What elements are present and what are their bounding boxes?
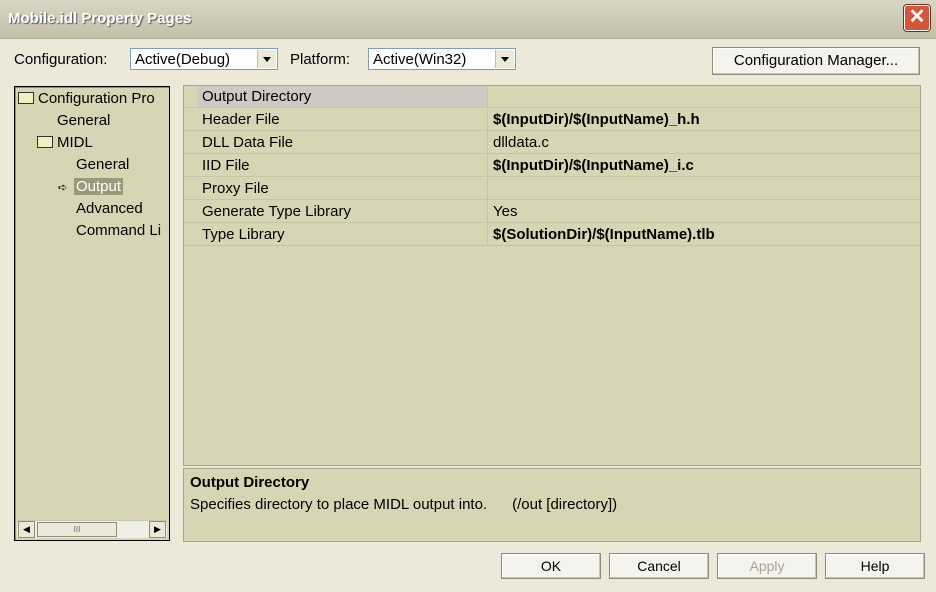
property-row[interactable]: Proxy File (184, 178, 920, 200)
property-value[interactable] (489, 178, 919, 199)
cancel-button[interactable]: Cancel (609, 553, 709, 579)
window-title: Mobile.idl Property Pages (8, 10, 192, 27)
property-value[interactable]: Yes (489, 201, 919, 222)
property-row[interactable]: Type Library $(SolutionDir)/$(InputName)… (184, 224, 920, 246)
property-row[interactable]: DLL Data File dlldata.c (184, 132, 920, 154)
property-value[interactable]: $(SolutionDir)/$(InputName).tlb (489, 224, 919, 245)
description-panel: Output Directory Specifies directory to … (183, 468, 921, 542)
folder-open-icon (37, 136, 53, 149)
tree-item-general[interactable]: General (57, 112, 110, 129)
property-row[interactable]: Output Directory (184, 86, 920, 108)
tree-item-label: Command Li (76, 222, 162, 239)
property-tree[interactable]: Configuration Pro General MIDL General ➪… (14, 86, 170, 541)
description-text: Specifies directory to place MIDL output… (190, 496, 618, 513)
property-value[interactable] (489, 86, 919, 107)
property-row[interactable]: IID File $(InputDir)/$(InputName)_i.c (184, 155, 920, 177)
tree-item-label: Configuration Pro (38, 90, 155, 107)
tree-item-midl-output[interactable]: Output (74, 178, 124, 195)
chevron-left-icon: ◀ (23, 524, 30, 534)
property-name[interactable]: Proxy File (198, 178, 488, 199)
tree-item-label: Advanced (76, 200, 143, 217)
apply-button[interactable]: Apply (717, 553, 817, 579)
tree-item-midl[interactable]: MIDL (37, 134, 93, 151)
tree-item-label: MIDL (57, 134, 93, 151)
title-bar: Mobile.idl Property Pages ✕ (0, 0, 936, 39)
property-name[interactable]: DLL Data File (198, 132, 488, 153)
configuration-label: Configuration: (14, 51, 108, 68)
tree-horizontal-scrollbar[interactable]: ◀ III ▶ (17, 520, 167, 538)
tree-item-label: General (76, 156, 130, 173)
tree-item-midl-advanced[interactable]: Advanced (76, 200, 143, 217)
property-grid: Output Directory Header File $(InputDir)… (183, 85, 921, 466)
configuration-manager-button[interactable]: Configuration Manager... (712, 47, 920, 75)
property-name[interactable]: Generate Type Library (198, 201, 488, 222)
property-name[interactable]: Output Directory (198, 86, 488, 107)
platform-label: Platform: (290, 51, 351, 68)
tree-item-midl-general[interactable]: General (76, 156, 129, 173)
chevron-right-icon: ▶ (154, 524, 161, 534)
property-name[interactable]: IID File (198, 155, 488, 176)
close-icon: ✕ (908, 6, 926, 28)
configuration-value: Active(Debug) (135, 51, 231, 68)
tree-item-configuration-properties[interactable]: Configuration Pro (18, 90, 155, 107)
tree-item-label: Output (74, 178, 124, 195)
tree-item-label: General (57, 112, 111, 129)
scroll-right-button[interactable]: ▶ (149, 521, 166, 538)
tree-item-midl-command-line[interactable]: Command Li (76, 222, 161, 239)
folder-open-icon (18, 92, 34, 105)
close-button[interactable]: ✕ (904, 5, 930, 31)
property-row[interactable]: Generate Type Library Yes (184, 201, 920, 223)
property-name[interactable]: Header File (198, 109, 488, 130)
scroll-left-button[interactable]: ◀ (18, 521, 35, 538)
property-row[interactable]: Header File $(InputDir)/$(InputName)_h.h (184, 109, 920, 131)
arrow-right-icon: ➪ (58, 182, 68, 194)
property-value[interactable]: $(InputDir)/$(InputName)_h.h (489, 109, 919, 130)
chevron-down-icon[interactable] (495, 50, 514, 68)
platform-value: Active(Win32) (373, 51, 467, 68)
ok-button[interactable]: OK (501, 553, 601, 579)
property-name[interactable]: Type Library (198, 224, 488, 245)
scroll-thumb[interactable]: III (37, 522, 117, 537)
description-title: Output Directory (190, 474, 310, 491)
property-value[interactable]: $(InputDir)/$(InputName)_i.c (489, 155, 919, 176)
platform-select[interactable]: Active(Win32) (368, 48, 516, 70)
configuration-select[interactable]: Active(Debug) (130, 48, 278, 70)
help-button[interactable]: Help (825, 553, 925, 579)
chevron-down-icon[interactable] (257, 50, 276, 68)
property-value[interactable]: dlldata.c (489, 132, 919, 153)
